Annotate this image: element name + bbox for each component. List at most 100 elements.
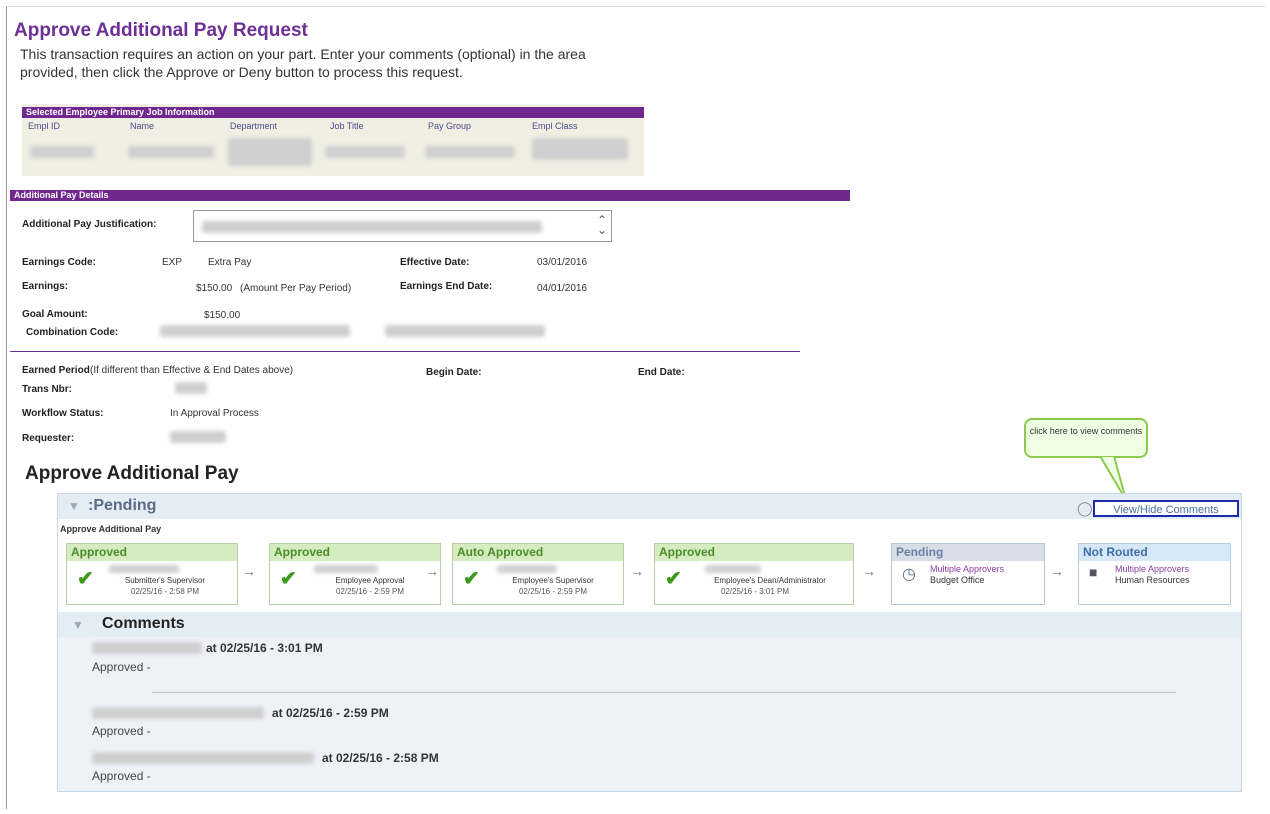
arrow-icon: → — [862, 563, 876, 579]
goal-label: Goal Amount: — [22, 309, 88, 320]
comment-timestamp: at 02/25/16 - 2:58 PM — [322, 751, 439, 765]
comment-timestamp: at 02/25/16 - 2:59 PM — [272, 706, 389, 720]
step-date: 02/25/16 - 2:59 PM — [335, 587, 405, 596]
step-status: Not Routed — [1079, 544, 1230, 561]
earnings-code-label: Earnings Code: — [22, 257, 96, 268]
end-date-label: Earnings End Date: — [400, 281, 493, 292]
arrow-icon: → — [425, 563, 439, 579]
redacted-value — [30, 146, 94, 158]
comments-header — [58, 612, 1241, 637]
redacted-value — [532, 138, 628, 160]
redacted-value — [385, 325, 545, 337]
primary-job-heading: Selected Employee Primary Job Informatio… — [22, 107, 644, 118]
redacted-value — [160, 325, 350, 337]
step-6: Not Routed ■ Multiple Approvers Human Re… — [1078, 543, 1231, 605]
col-name: Name — [130, 121, 155, 131]
redacted-value — [109, 565, 179, 573]
approval-subtitle: Approve Additional Pay — [60, 524, 162, 534]
redacted-value — [92, 707, 264, 719]
comment-text: Approved - — [92, 660, 151, 674]
comment-text: Approved - — [92, 724, 151, 738]
earned-period-note: (If different than Effective & End Dates… — [90, 365, 294, 376]
step-approvers[interactable]: Multiple Approvers — [930, 564, 1004, 574]
step-role: Employee's Supervisor — [512, 576, 594, 585]
approval-heading: Approve Additional Pay — [25, 463, 239, 484]
instructions: This transaction requires an action on y… — [20, 46, 586, 80]
step-status: Pending — [892, 544, 1044, 561]
step-role: Human Resources — [1115, 575, 1190, 585]
collapse-triangle-icon[interactable]: ▼ — [68, 499, 80, 513]
redacted-value — [175, 382, 207, 394]
view-hide-comments-link[interactable]: View/Hide Comments — [1093, 500, 1239, 517]
justification-textarea[interactable]: ⌃ ⌄ — [193, 210, 612, 242]
users-icon: ■ — [1089, 564, 1098, 580]
pending-header — [58, 494, 1241, 519]
step-role: Employee Approval — [335, 576, 405, 585]
step-status: Approved — [270, 544, 440, 561]
col-empl-id: Empl ID — [28, 121, 61, 131]
step-5: Pending ◷ Multiple Approvers Budget Offi… — [891, 543, 1045, 605]
earnings-code: EXP — [162, 257, 183, 268]
earnings-label: Earnings: — [22, 281, 69, 292]
earned-period-label: Earned Period — [22, 365, 90, 376]
step-role: Employee's Dean/Administrator — [714, 576, 826, 585]
divider — [10, 351, 800, 352]
step-status: Auto Approved — [453, 544, 623, 561]
col-department: Department — [230, 121, 278, 131]
redacted-value — [425, 146, 515, 158]
comments-title: Comments — [102, 615, 185, 632]
redacted-value — [228, 138, 312, 166]
pending-clock-icon: ◷ — [902, 566, 916, 583]
step-date: 02/25/16 - 2:58 PM — [130, 587, 200, 596]
redacted-value — [92, 642, 202, 654]
effective-date-label: Effective Date: — [400, 257, 470, 268]
earnings-value: $150.00 — [196, 283, 233, 294]
effective-date: 03/01/2016 — [537, 257, 588, 268]
col-job-title: Job Title — [330, 121, 364, 131]
step-approvers[interactable]: Multiple Approvers — [1115, 564, 1189, 574]
end-date: 04/01/2016 — [537, 283, 588, 294]
step-date: 02/25/16 - 2:59 PM — [518, 587, 588, 596]
redacted-value — [314, 565, 378, 573]
step-1: Approved ✔ Submitter's Supervisor 02/25/… — [66, 543, 238, 605]
scroll-arrows-icon[interactable]: ⌃ ⌄ — [597, 214, 607, 236]
redacted-value — [325, 146, 405, 158]
step-date: 02/25/16 - 3:01 PM — [720, 587, 790, 596]
col-empl-class: Empl Class — [532, 121, 578, 131]
check-icon: ✔ — [280, 568, 297, 590]
step-4: Approved ✔ Employee's Dean/Administrator… — [654, 543, 854, 605]
info-circle-icon: ◯ — [1077, 500, 1093, 516]
check-icon: ✔ — [665, 568, 682, 590]
arrow-icon: → — [242, 563, 256, 579]
comment-timestamp: at 02/25/16 - 3:01 PM — [206, 641, 323, 655]
redacted-value — [497, 565, 557, 573]
workflow-label: Workflow Status: — [22, 408, 104, 419]
check-icon: ✔ — [463, 568, 480, 590]
comments-callout: click here to view comments — [1024, 418, 1148, 458]
trans-label: Trans Nbr: — [22, 384, 73, 395]
begin-date-label: Begin Date: — [426, 367, 482, 378]
step-2: Approved ✔ Employee Approval 02/25/16 - … — [269, 543, 441, 605]
redacted-value — [202, 221, 542, 233]
arrow-icon: → — [630, 563, 644, 579]
comments-collapse-icon[interactable]: ▼ — [72, 618, 84, 632]
redacted-value — [128, 146, 214, 158]
step-role: Budget Office — [930, 575, 985, 585]
earnings-code-desc: Extra Pay — [208, 257, 252, 268]
workflow-status: In Approval Process — [170, 408, 259, 419]
check-icon: ✔ — [77, 568, 94, 590]
earnings-note: (Amount Per Pay Period) — [240, 283, 352, 294]
comment-divider — [152, 692, 1176, 693]
details-heading: Additional Pay Details — [10, 190, 850, 201]
redacted-value — [705, 565, 761, 573]
arrow-icon: → — [1050, 563, 1064, 579]
justification-label: Additional Pay Justification: — [22, 219, 157, 230]
step-3: Auto Approved ✔ Employee's Supervisor 02… — [452, 543, 624, 605]
step-status: Approved — [655, 544, 853, 561]
col-pay-group: Pay Group — [428, 121, 472, 131]
redacted-value — [170, 431, 226, 443]
combo-label: Combination Code: — [26, 327, 119, 338]
end-date2-label: End Date: — [638, 367, 685, 378]
requester-label: Requester: — [22, 433, 75, 444]
comment-text: Approved - — [92, 769, 151, 783]
